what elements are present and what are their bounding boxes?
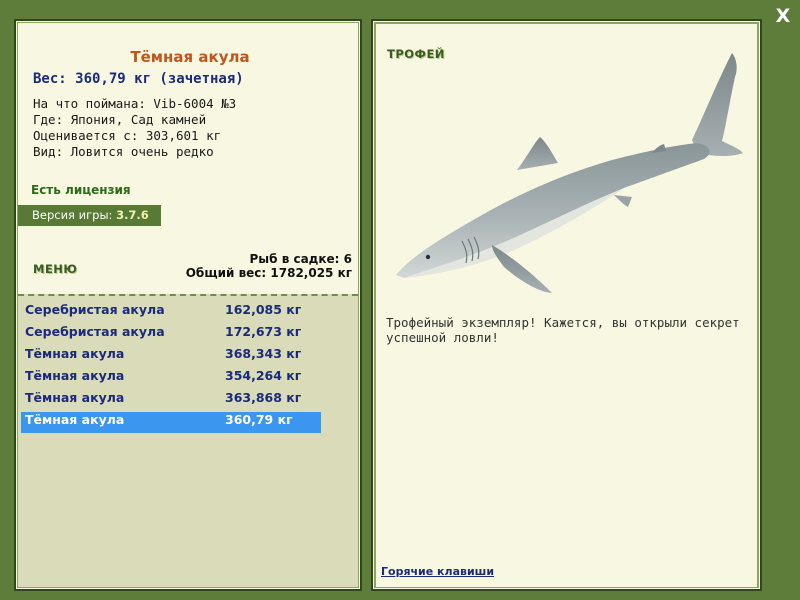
fish-location: Где: Япония, Сад камней bbox=[33, 112, 207, 127]
catch-list-row[interactable]: Тёмная акула 368,343 кг bbox=[21, 346, 321, 367]
catch-list-row[interactable]: Тёмная акула 354,264 кг bbox=[21, 368, 321, 389]
fish-value-threshold: Оценивается с: 303,601 кг bbox=[33, 128, 222, 143]
catch-fish-weight: 172,673 кг bbox=[225, 324, 302, 339]
dashed-divider bbox=[18, 294, 358, 296]
hotkeys-link[interactable]: Горячие клавиши bbox=[381, 565, 494, 578]
keepnet-stats: Рыб в садке: 6 Общий вес: 1782,025 кг bbox=[186, 252, 352, 280]
catch-fish-weight: 368,343 кг bbox=[225, 346, 302, 361]
catch-fish-weight: 162,085 кг bbox=[225, 302, 302, 317]
version-value: 3.7.6 bbox=[116, 208, 149, 222]
catch-fish-name: Тёмная акула bbox=[25, 368, 125, 383]
fish-rarity: Вид: Ловится очень редко bbox=[33, 144, 214, 159]
fish-title: Тёмная акула bbox=[130, 48, 250, 66]
keepnet-total-weight: Общий вес: 1782,025 кг bbox=[185, 266, 352, 280]
catch-fish-name: Тёмная акула bbox=[25, 346, 125, 361]
shark-icon bbox=[396, 53, 743, 293]
catch-fish-weight: 360,79 кг bbox=[225, 412, 293, 427]
keepnet-count: Рыб в садке: 6 bbox=[249, 252, 353, 266]
catch-list-row[interactable]: Тёмная акула 360,79 кг bbox=[21, 412, 321, 433]
trophy-description: Трофейный экземпляр! Кажется, вы открыли… bbox=[386, 315, 740, 345]
close-button[interactable]: X bbox=[772, 4, 794, 28]
fish-weight: Вес: 360,79 кг (зачетная) bbox=[33, 71, 244, 87]
menu-button[interactable]: МЕНЮ bbox=[33, 262, 77, 276]
catch-fish-name: Серебристая акула bbox=[25, 302, 165, 317]
catch-fish-name: Тёмная акула bbox=[25, 390, 125, 405]
game-version-bar: Версия игры: 3.7.6 bbox=[18, 205, 161, 226]
catch-fish-name: Тёмная акула bbox=[25, 412, 125, 427]
version-label: Версия игры: bbox=[32, 208, 113, 222]
fish-bait: На что поймана: Vib-6004 №3 bbox=[33, 96, 237, 111]
license-status: Есть лицензия bbox=[31, 183, 131, 197]
catch-list-row[interactable]: Серебристая акула 172,673 кг bbox=[21, 324, 321, 345]
catch-list-row[interactable]: Серебристая акула 162,085 кг bbox=[21, 302, 321, 323]
catch-fish-weight: 363,868 кг bbox=[225, 390, 302, 405]
catch-list-row[interactable]: Тёмная акула 363,868 кг bbox=[21, 390, 321, 411]
catch-fish-weight: 354,264 кг bbox=[225, 368, 302, 383]
catch-fish-name: Серебристая акула bbox=[25, 324, 165, 339]
